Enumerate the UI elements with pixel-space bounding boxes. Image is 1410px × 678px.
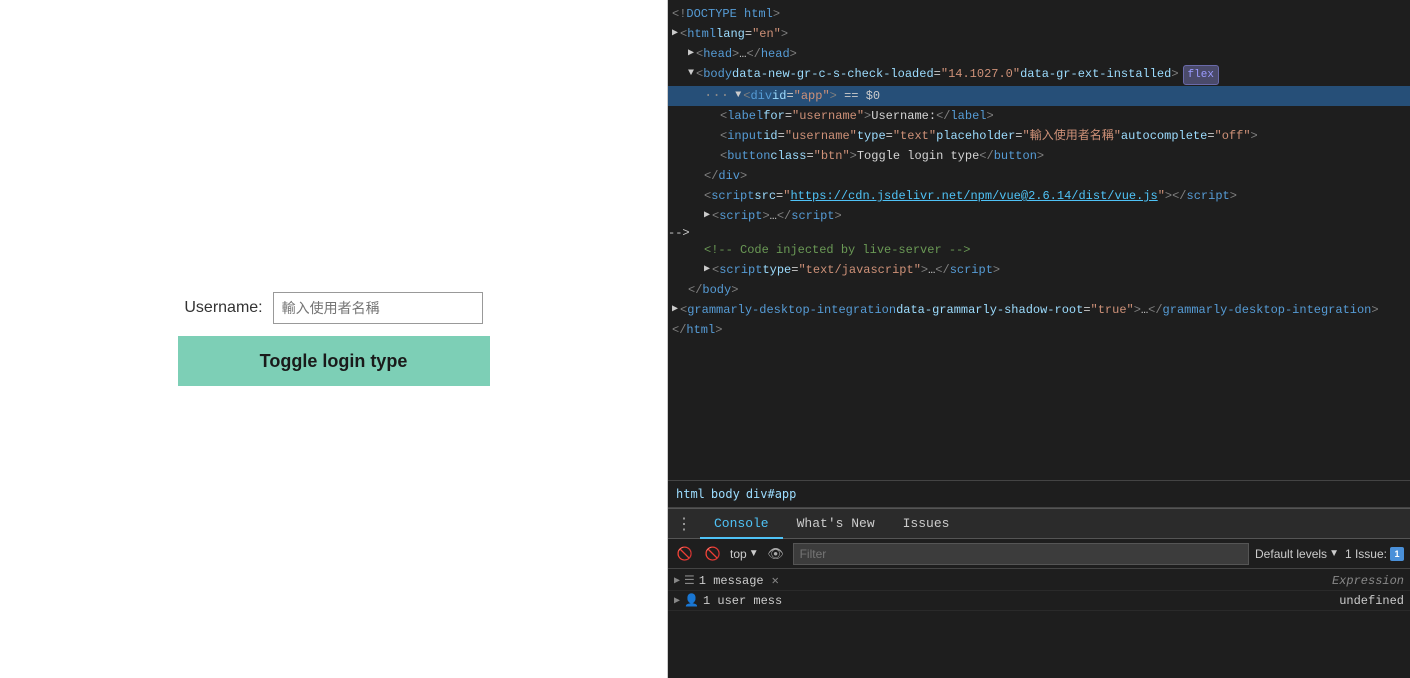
tab-whats-new[interactable]: What's New (783, 509, 889, 539)
issue-icon: 1 (1390, 547, 1404, 561)
html-line: </body> (668, 280, 1410, 300)
html-line: ▶<script type="text/javascript">…</scrip… (668, 260, 1410, 280)
username-label: Username: (184, 299, 262, 317)
console-toolbar: 🚫 🚫 top ▼ 👁 Default levels ▼ 1 Issue: 1 (668, 539, 1410, 569)
html-line: ▶<head>…</head> (668, 44, 1410, 64)
user-icon: 👤 (684, 593, 699, 608)
html-comment: <!-- Code injected by live-server --> (704, 241, 970, 259)
triangle-icon[interactable]: ▼ (688, 65, 694, 83)
html-line: ▶<html lang="en"> (668, 24, 1410, 44)
triangle-icon[interactable]: ▶ (672, 25, 678, 43)
console-messages: ▶ ☰ 1 message ✕ Expression ▶ 👤 1 user me… (668, 569, 1410, 678)
html-line: ▶<script>…</script> (668, 206, 1410, 226)
html-line: <label for="username">Username:</label> (668, 106, 1410, 126)
console-menu-icon[interactable]: ⋮ (668, 514, 700, 534)
triangle-icon[interactable]: ▼ (735, 87, 741, 105)
clear-console-button[interactable]: 🚫 (674, 543, 696, 565)
message-label: 1 user mess (703, 594, 782, 608)
breadcrumb-item-html[interactable]: html (676, 487, 705, 501)
eye-icon-button[interactable]: 👁 (765, 543, 787, 565)
dots-menu[interactable]: ··· (704, 87, 729, 105)
flex-badge[interactable]: flex (1183, 65, 1219, 85)
html-line: <script src="https://cdn.jsdelivr.net/np… (668, 186, 1410, 206)
console-message-1: ▶ ☰ 1 message ✕ Expression (668, 571, 1410, 591)
toggle-button[interactable]: Toggle login type (178, 336, 490, 386)
html-line: <!DOCTYPE html> (668, 4, 1410, 24)
devtools-panel: <!DOCTYPE html> ▶<html lang="en"> ▶<head… (668, 0, 1410, 678)
tag-bracket: > (773, 5, 780, 23)
chevron-down-icon: ▼ (1329, 548, 1339, 559)
username-row: Username: (184, 292, 482, 324)
expression-value: undefined (1339, 594, 1404, 608)
top-label: top (730, 547, 747, 561)
expression-label: Expression (1332, 574, 1404, 588)
html-line: <input id="username" type="text" placeho… (668, 126, 1410, 146)
html-line-highlighted: ···▼<div id="app"> == $0 (668, 86, 1410, 106)
elements-panel: <!DOCTYPE html> ▶<html lang="en"> ▶<head… (668, 0, 1410, 480)
list-icon: ☰ (684, 573, 695, 588)
tab-console[interactable]: Console (700, 509, 783, 539)
block-button[interactable]: 🚫 (702, 543, 724, 565)
web-preview-panel: Username: Toggle login type (0, 0, 668, 678)
triangle-icon[interactable]: ▶ (704, 261, 710, 279)
breadcrumb-item-div[interactable]: div#app (746, 487, 797, 501)
html-line: </div> (668, 166, 1410, 186)
default-levels-label: Default levels (1255, 547, 1327, 561)
html-line: ▼<body data-new-gr-c-s-check-loaded="14.… (668, 64, 1410, 86)
expand-icon[interactable]: ▶ (674, 575, 680, 587)
breadcrumb-item-body[interactable]: body (711, 487, 740, 501)
default-levels-button[interactable]: Default levels ▼ (1255, 547, 1339, 561)
console-message-2: ▶ 👤 1 user mess undefined (668, 591, 1410, 611)
html-line: ▶<grammarly-desktop-integration data-gra… (668, 300, 1410, 320)
console-panel: ⋮ Console What's New Issues 🚫 🚫 top ▼ 👁 … (668, 508, 1410, 678)
filter-input[interactable] (793, 543, 1249, 565)
issues-label: 1 Issue: (1345, 547, 1387, 561)
script-src-link[interactable]: https://cdn.jsdelivr.net/npm/vue@2.6.14/… (790, 187, 1157, 205)
message-label: 1 message (699, 574, 764, 588)
tag-bracket: <! (672, 5, 686, 23)
username-input[interactable] (273, 292, 483, 324)
issues-badge-button[interactable]: 1 Issue: 1 (1345, 547, 1404, 561)
html-line: </html> (668, 320, 1410, 340)
dropdown-arrow-icon: ▼ (749, 548, 759, 559)
triangle-icon[interactable]: ▶ (672, 301, 678, 319)
close-message-icon[interactable]: ✕ (772, 573, 779, 588)
breadcrumb-bar: html body div#app (668, 480, 1410, 508)
console-tabs: ⋮ Console What's New Issues (668, 509, 1410, 539)
expand-icon[interactable]: ▶ (674, 595, 680, 607)
top-context-selector[interactable]: top ▼ (730, 547, 759, 561)
triangle-icon[interactable]: ▶ (704, 207, 710, 225)
tag-name: DOCTYPE html (686, 5, 772, 23)
html-line: <!-- Code injected by live-server --> (668, 240, 1410, 260)
tab-issues[interactable]: Issues (889, 509, 964, 539)
html-line: <button class="btn">Toggle login type</b… (668, 146, 1410, 166)
triangle-icon[interactable]: ▶ (688, 45, 694, 63)
